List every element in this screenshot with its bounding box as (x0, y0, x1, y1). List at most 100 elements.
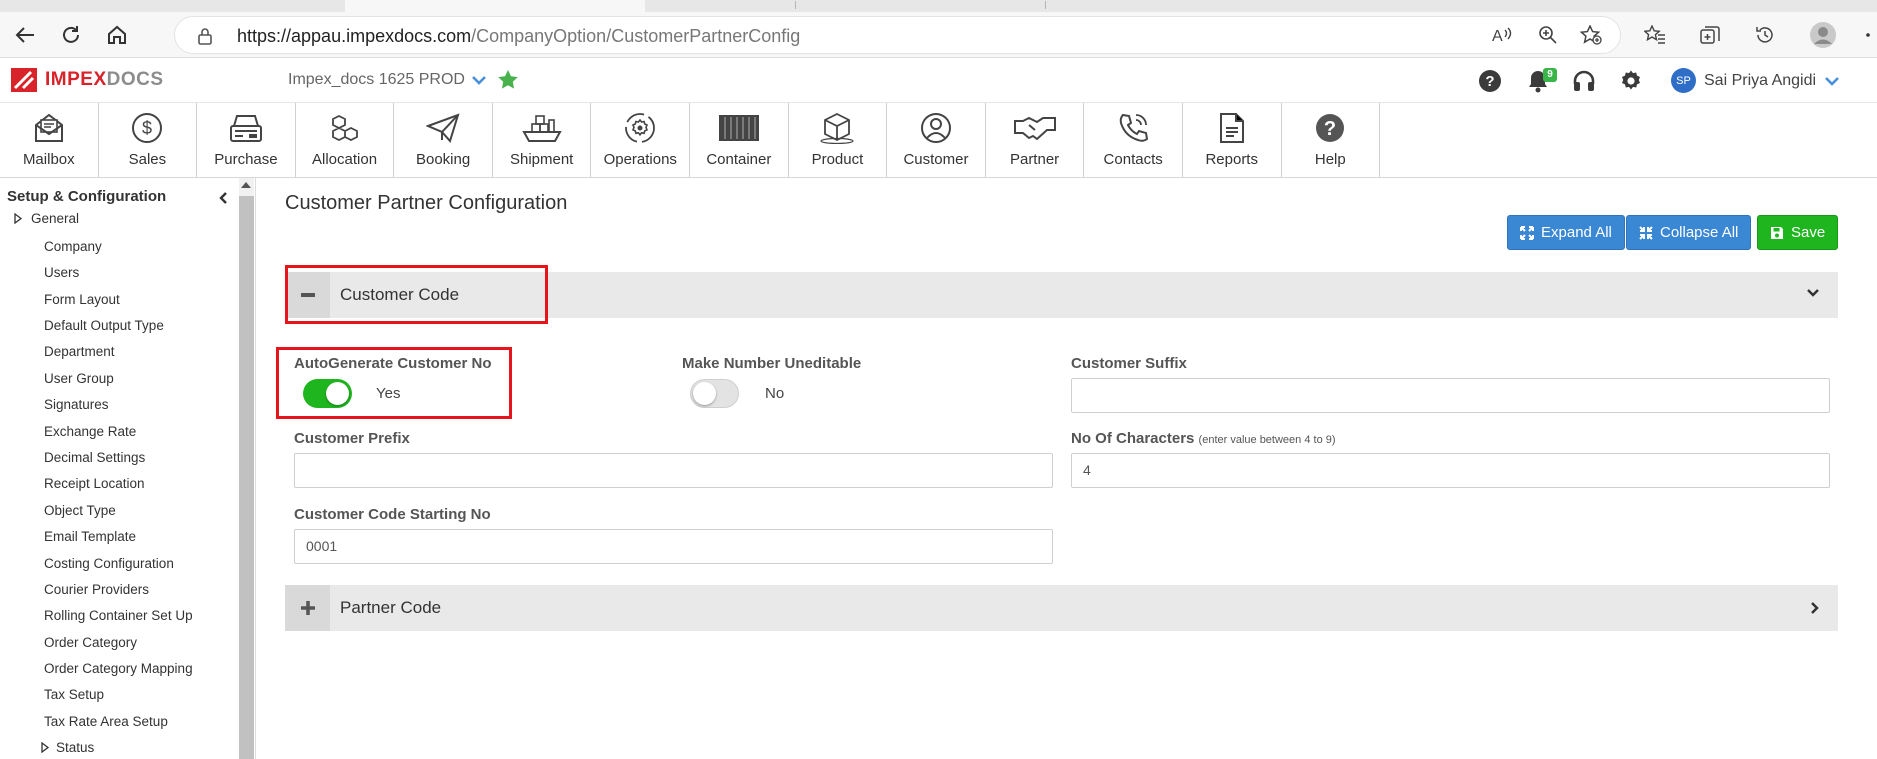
avatar: SP (1671, 68, 1696, 93)
collapse-sidebar-icon[interactable] (218, 191, 228, 205)
favorite-star-icon[interactable] (497, 69, 519, 90)
sidebar-item-signatures[interactable]: Signatures (44, 397, 109, 412)
read-aloud-icon[interactable]: A (1487, 20, 1517, 50)
active-tab[interactable] (345, 0, 645, 12)
sidebar-item-courier-providers[interactable]: Courier Providers (44, 582, 149, 597)
sidebar-group-general[interactable]: General (31, 211, 79, 226)
chevron-right-icon[interactable] (1810, 601, 1820, 615)
tab-separator (795, 1, 796, 9)
sidebar-scrollbar-thumb[interactable] (239, 196, 254, 759)
module-sales[interactable]: $ Sales (99, 103, 198, 177)
company-selector[interactable]: Impex_docs 1625 PROD (288, 71, 487, 89)
autogenerate-state-text: Yes (376, 385, 401, 402)
headset-support-icon[interactable] (1570, 67, 1598, 95)
customer-code-panel-header[interactable]: Customer Code (285, 272, 1838, 318)
browser-toolbar: https://appau.impexdocs.com/CompanyOptio… (0, 12, 1877, 58)
history-icon[interactable] (1750, 20, 1780, 50)
module-label: Mailbox (22, 151, 75, 168)
home-icon[interactable] (102, 20, 132, 50)
divider (0, 177, 1877, 178)
more-menu-icon[interactable] (1850, 20, 1877, 50)
refresh-icon[interactable] (56, 20, 86, 50)
sidebar-item-receipt-location[interactable]: Receipt Location (44, 476, 145, 491)
sidebar-item-form-layout[interactable]: Form Layout (44, 292, 120, 307)
module-booking[interactable]: Booking (394, 103, 493, 177)
module-allocation[interactable]: Allocation (296, 103, 395, 177)
customer-suffix-input[interactable] (1071, 378, 1830, 413)
partner-code-panel-header[interactable]: Partner Code (285, 585, 1838, 631)
sidebar-item-order-category-mapping[interactable]: Order Category Mapping (44, 661, 193, 676)
app-header: IMPEXDOCS Impex_docs 1625 PROD ? (0, 58, 1877, 103)
gear-cycle-icon (623, 110, 657, 146)
autogenerate-customer-no-toggle[interactable] (303, 379, 352, 408)
module-operations[interactable]: Operations (591, 103, 691, 177)
sidebar-item-email-template[interactable]: Email Template (44, 529, 136, 544)
module-purchase[interactable]: Purchase (197, 103, 296, 177)
sidebar-item-company[interactable]: Company (44, 239, 102, 254)
help-icon[interactable]: ? (1476, 67, 1504, 95)
module-customer[interactable]: Customer (887, 103, 986, 177)
expand-plus-icon[interactable] (285, 585, 330, 631)
settings-gear-icon[interactable] (1617, 67, 1645, 95)
make-number-uneditable-toggle[interactable] (690, 379, 739, 408)
svg-text:?: ? (1485, 73, 1494, 90)
customer-code-starting-no-label: Customer Code Starting No (294, 506, 491, 523)
back-icon[interactable] (10, 20, 40, 50)
sidebar-item-default-output-type[interactable]: Default Output Type (44, 318, 164, 333)
no-of-characters-input[interactable]: 4 (1071, 453, 1830, 488)
impexdocs-logo[interactable]: IMPEXDOCS (11, 68, 164, 92)
uneditable-state-text: No (765, 385, 785, 402)
sidebar-group-status[interactable]: Status (56, 740, 94, 755)
collections-icon[interactable] (1695, 20, 1725, 50)
zoom-icon[interactable] (1533, 20, 1563, 50)
sidebar-item-tax-setup[interactable]: Tax Setup (44, 687, 104, 702)
collapse-all-button[interactable]: Collapse All (1626, 215, 1752, 250)
chevron-down-icon (1825, 76, 1839, 86)
sidebar-item-user-group[interactable]: User Group (44, 371, 114, 386)
svg-text:A: A (1492, 28, 1503, 45)
sidebar-item-costing-configuration[interactable]: Costing Configuration (44, 556, 174, 571)
customer-prefix-input[interactable] (294, 453, 1053, 488)
sidebar-item-exchange-rate[interactable]: Exchange Rate (44, 424, 136, 439)
module-shipment[interactable]: Shipment (493, 103, 592, 177)
lock-icon[interactable] (197, 27, 213, 45)
setup-sidebar: Setup & Configuration General Company Us… (0, 178, 256, 759)
module-product[interactable]: Product (789, 103, 888, 177)
module-help[interactable]: ? Help (1282, 103, 1381, 177)
module-label: Contacts (1103, 151, 1163, 168)
module-reports[interactable]: Reports (1183, 103, 1282, 177)
scroll-up-arrow-icon[interactable] (241, 182, 251, 188)
module-label: Product (811, 151, 864, 168)
module-partner[interactable]: Partner (986, 103, 1085, 177)
svg-text:$: $ (142, 118, 152, 138)
profile-icon[interactable] (1808, 20, 1838, 50)
sidebar-item-rolling-container-set-up[interactable]: Rolling Container Set Up (44, 608, 193, 623)
sidebar-item-order-category[interactable]: Order Category (44, 635, 137, 650)
save-label: Save (1791, 224, 1826, 241)
module-container[interactable]: Container (690, 103, 789, 177)
module-mailbox[interactable]: Mailbox (0, 103, 99, 177)
box-icon (819, 110, 855, 146)
module-contacts[interactable]: Contacts (1084, 103, 1183, 177)
sidebar-item-users[interactable]: Users (44, 265, 79, 280)
url-text[interactable]: https://appau.impexdocs.com/CompanyOptio… (237, 26, 800, 47)
logo-mark-icon (11, 68, 37, 92)
expand-triangle-icon[interactable] (14, 213, 22, 224)
address-bar[interactable]: https://appau.impexdocs.com/CompanyOptio… (174, 16, 1621, 54)
sidebar-item-department[interactable]: Department (44, 344, 115, 359)
module-label: Allocation (312, 151, 378, 168)
customer-code-starting-no-input[interactable]: 0001 (294, 529, 1053, 564)
customer-prefix-label: Customer Prefix (294, 430, 410, 447)
add-favorite-icon[interactable] (1576, 20, 1606, 50)
sidebar-item-decimal-settings[interactable]: Decimal Settings (44, 450, 145, 465)
save-button[interactable]: Save (1757, 215, 1839, 250)
chevron-down-icon[interactable] (1806, 288, 1820, 298)
toggle-knob (326, 382, 349, 405)
sidebar-item-object-type[interactable]: Object Type (44, 503, 116, 518)
user-menu[interactable]: SP Sai Priya Angidi (1671, 68, 1840, 93)
favorites-icon[interactable] (1640, 20, 1670, 50)
collapse-minus-icon[interactable] (285, 272, 330, 318)
sidebar-item-tax-rate-area-setup[interactable]: Tax Rate Area Setup (44, 714, 168, 729)
expand-all-button[interactable]: Expand All (1507, 215, 1625, 250)
expand-triangle-icon[interactable] (41, 742, 49, 753)
